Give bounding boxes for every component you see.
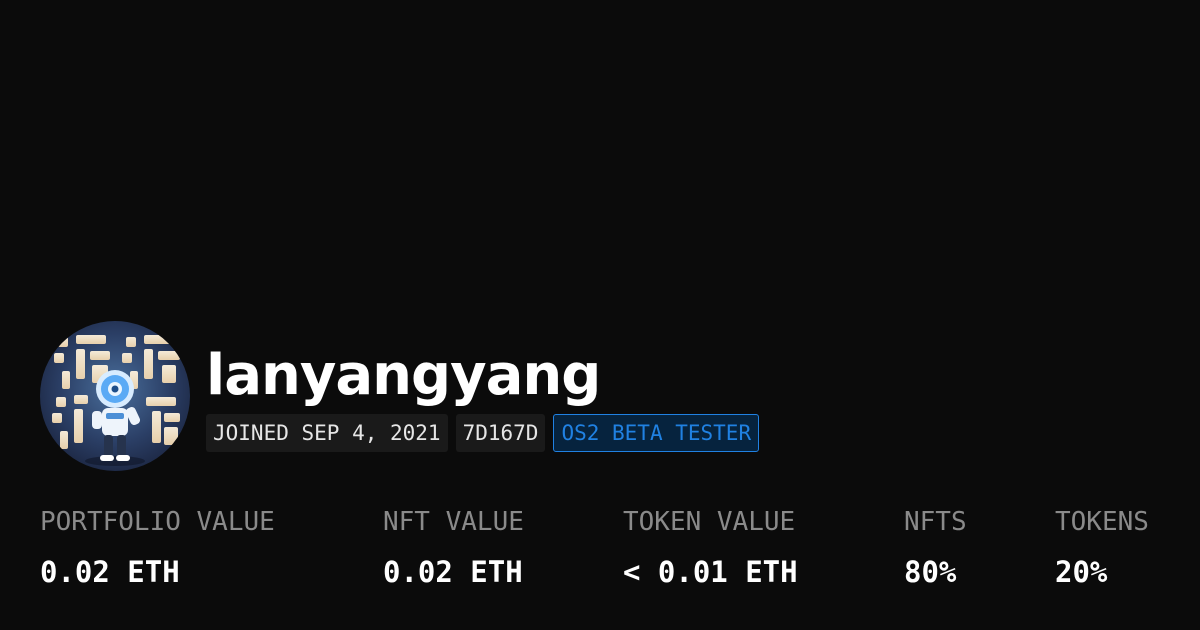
profile-avatar-image [40, 321, 190, 471]
stat-label: NFTS [904, 507, 967, 537]
profile-header: lanyangyang JOINED SEP 4, 2021 7D167D OS… [40, 321, 760, 471]
stat-value: < 0.01 ETH [623, 555, 798, 589]
stat-portfolio-value: PORTFOLIO VALUE 0.02 ETH [40, 505, 275, 590]
stat-value: 0.02 ETH [383, 555, 523, 589]
stat-value: 20% [1055, 555, 1108, 589]
joined-date-badge: JOINED SEP 4, 2021 [206, 414, 448, 452]
stat-value: 80% [904, 555, 957, 589]
stat-nft-value: NFT VALUE 0.02 ETH [383, 505, 524, 590]
stat-nfts-share: NFTS 80% [904, 505, 967, 590]
stat-value: 0.02 ETH [40, 555, 180, 589]
beta-tester-badge: OS2 BETA TESTER [553, 414, 760, 452]
stat-label: TOKEN VALUE [623, 507, 796, 537]
stat-label: TOKENS [1055, 507, 1149, 537]
portfolio-stats: PORTFOLIO VALUE 0.02 ETH NFT VALUE 0.02 … [40, 505, 1160, 595]
username[interactable]: lanyangyang [206, 341, 759, 411]
wallet-address-badge[interactable]: 7D167D [455, 414, 546, 452]
stat-label: NFT VALUE [383, 507, 524, 537]
avatar[interactable] [40, 321, 190, 471]
profile-info: lanyangyang JOINED SEP 4, 2021 7D167D OS… [206, 321, 760, 452]
stat-label: PORTFOLIO VALUE [40, 507, 275, 537]
stat-token-value: TOKEN VALUE < 0.01 ETH [623, 505, 798, 590]
stat-tokens-share: TOKENS 20% [1055, 505, 1149, 590]
badge-row: JOINED SEP 4, 2021 7D167D OS2 BETA TESTE… [206, 414, 760, 452]
